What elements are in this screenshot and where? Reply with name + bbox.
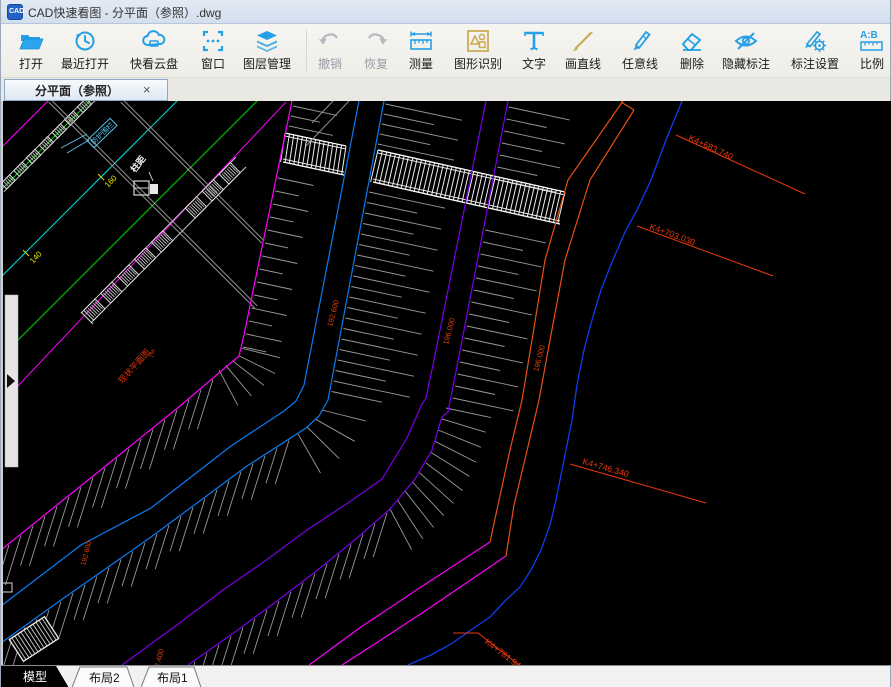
svg-text:模型: 模型 [23,670,47,684]
svg-text:A:B: A:B [860,30,878,41]
svg-text:布局2: 布局2 [89,671,120,685]
svg-text:布局1: 布局1 [157,671,188,685]
